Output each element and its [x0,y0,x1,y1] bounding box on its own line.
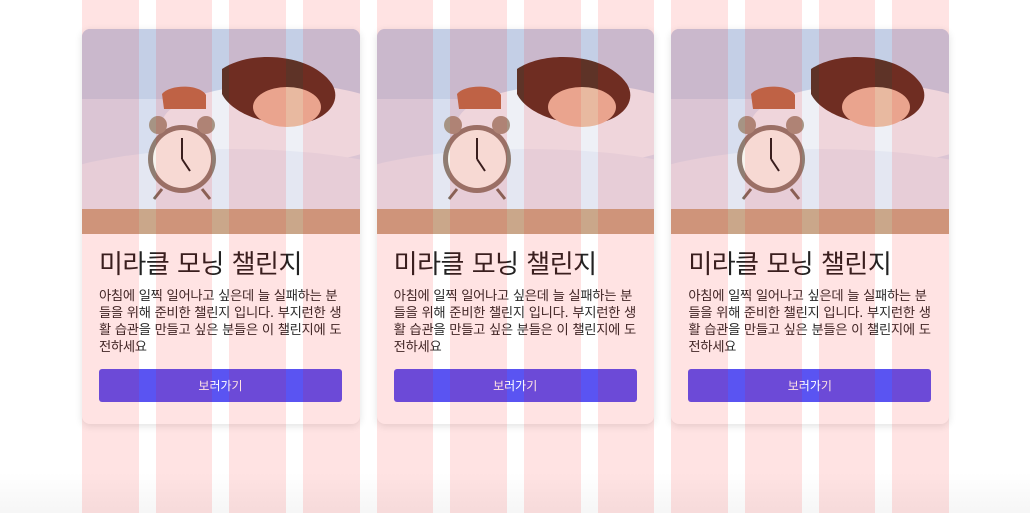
card-body: 미라클 모닝 챌린지 아침에 일찍 일어나고 싶은데 늘 실패하는 분들을 위해… [377,234,655,402]
card-title: 미라클 모닝 챌린지 [688,250,892,280]
view-button[interactable]: 보러가기 [393,369,637,402]
card-image [82,29,360,234]
view-button[interactable]: 보러가기 [688,369,932,402]
view-button[interactable]: 보러가기 [99,369,342,402]
challenge-card: 미라클 모닝 챌린지 아침에 일찍 일어나고 싶은데 늘 실패하는 분들을 위해… [82,29,360,424]
card-description: 아침에 일찍 일어나고 싶은데 늘 실패하는 분들을 위해 준비한 챌린지 입니… [688,289,931,355]
card-body: 미라클 모닝 챌린지 아침에 일찍 일어나고 싶은데 늘 실패하는 분들을 위해… [82,234,360,402]
card-list: 미라클 모닝 챌린지 아침에 일찍 일어나고 싶은데 늘 실패하는 분들을 위해… [82,29,950,424]
challenge-card: 미라클 모닝 챌린지 아침에 일찍 일어나고 싶은데 늘 실패하는 분들을 위해… [671,29,950,424]
card-title: 미라클 모닝 챌린지 [393,250,597,280]
page: 미라클 모닝 챌린지 아침에 일찍 일어나고 싶은데 늘 실패하는 분들을 위해… [0,0,1030,513]
card-body: 미라클 모닝 챌린지 아침에 일찍 일어나고 싶은데 늘 실패하는 분들을 위해… [671,234,949,402]
challenge-card: 미라클 모닝 챌린지 아침에 일찍 일어나고 싶은데 늘 실패하는 분들을 위해… [376,29,655,424]
card-description: 아침에 일찍 일어나고 싶은데 늘 실패하는 분들을 위해 준비한 챌린지 입니… [393,289,637,355]
card-description: 아침에 일찍 일어나고 싶은데 늘 실패하는 분들을 위해 준비한 챌린지 입니… [99,289,342,355]
card-title: 미라클 모닝 챌린지 [99,250,302,280]
card-image [376,29,655,234]
page-footer-shade [0,473,1030,513]
card-image [671,29,950,234]
